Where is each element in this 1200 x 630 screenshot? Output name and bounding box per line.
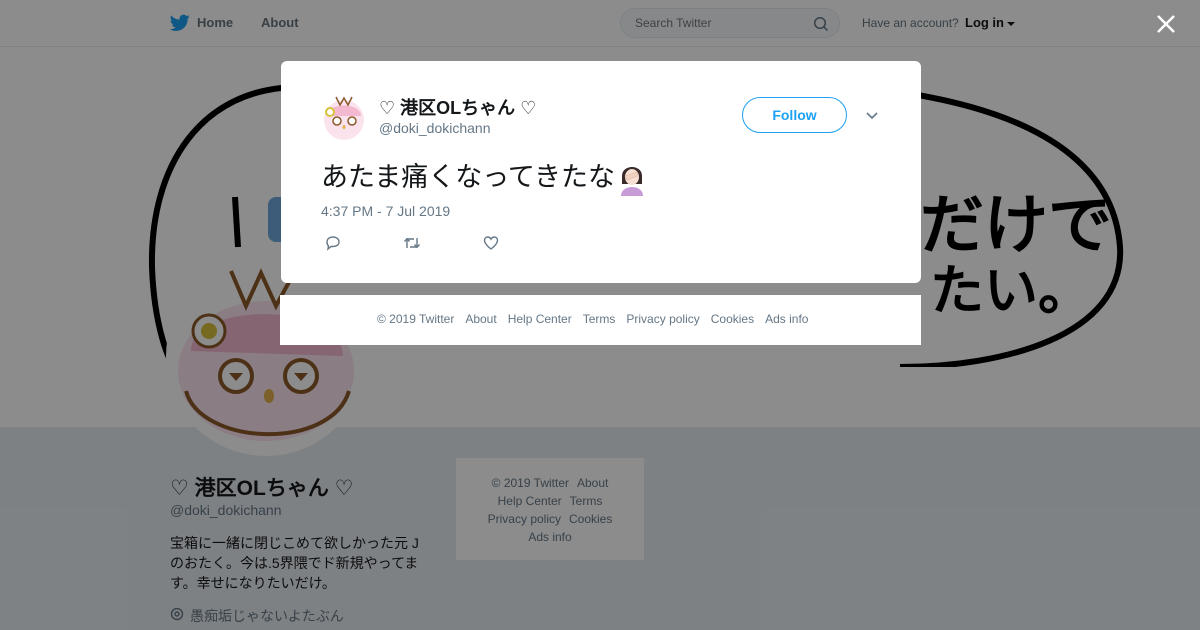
close-icon[interactable] [1154, 12, 1178, 36]
tweet-author-avatar[interactable] [321, 94, 367, 140]
tweet-card: ♡ 港区OLちゃん ♡ @doki_dokichann Follow あたま痛く… [281, 61, 921, 283]
follow-button[interactable]: Follow [742, 97, 847, 133]
modal-footer-cookies-link[interactable]: Cookies [711, 312, 754, 326]
retweet-icon[interactable] [403, 235, 421, 251]
woman-facepalming-emoji-icon [621, 166, 644, 196]
modal-footer-about-link[interactable]: About [465, 312, 496, 326]
tweet-text-body: あたま痛くなってきたな [321, 162, 616, 192]
modal-footer-ads-link[interactable]: Ads info [765, 312, 808, 326]
chevron-down-icon[interactable] [865, 109, 879, 123]
like-heart-icon[interactable] [483, 235, 499, 251]
tweet-author-handle[interactable]: @doki_dokichann [379, 120, 491, 136]
tweet-timestamp[interactable]: 4:37 PM - 7 Jul 2019 [321, 203, 450, 219]
modal-footer-privacy-link[interactable]: Privacy policy [626, 312, 699, 326]
avatar-illustration-small [324, 96, 364, 140]
modal-footer: © 2019 Twitter About Help Center Terms Priva… [280, 295, 921, 345]
tweet-text: あたま痛くなってきたな [321, 155, 647, 196]
modal-footer-copyright: © 2019 Twitter [377, 312, 455, 326]
modal-footer-help-link[interactable]: Help Center [508, 312, 572, 326]
reply-icon[interactable] [325, 235, 341, 251]
tweet-author-name[interactable]: ♡ 港区OLちゃん ♡ [379, 94, 536, 120]
modal-footer-terms-link[interactable]: Terms [583, 312, 616, 326]
